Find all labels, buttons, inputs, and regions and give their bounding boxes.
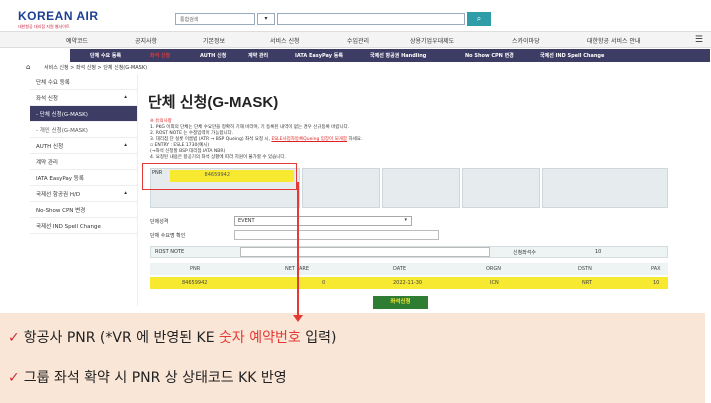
home-icon[interactable]: ⌂	[26, 63, 30, 71]
table-header: PNR NET FARE DATE ORGN DSTN PAX	[150, 263, 668, 275]
sidebar-item-auth[interactable]: AUTH 신청 ▴	[30, 138, 137, 154]
subnav-item[interactable]: 국제선 IND Spell Change	[540, 52, 604, 59]
nav-item[interactable]: 공지사항	[135, 36, 157, 45]
form-cell[interactable]	[302, 168, 380, 208]
subnav-item[interactable]: 단체 수요 등록	[90, 52, 121, 59]
callout-line-2: ✓ 그룹 좌석 확약 시 PNR 상 상태코드 KK 반영	[8, 370, 287, 386]
subnav-item[interactable]: IATA EasyPay 등록	[295, 52, 343, 59]
notice-block: ※ 유의사항 1. PKG 이외의 단체는 단체 수요만을 정확히 기재 바라며…	[150, 119, 362, 161]
form-cell[interactable]	[382, 168, 460, 208]
sub-nav: 단체 수요 등록 좌석 신청 AUTH 신청 계약 관리 IATA EasyPa…	[70, 49, 710, 62]
form-cell[interactable]	[462, 168, 540, 208]
sidebar-item-ticket-hd[interactable]: 국제선 항공권 H/D ▴	[30, 186, 137, 202]
sidebar-item-group-demand[interactable]: 단체 수요 등록	[30, 74, 137, 90]
nav-item[interactable]: 스카이마당	[512, 36, 540, 45]
table-cell: 2022-11-30	[393, 280, 423, 286]
check-icon: ✓	[8, 330, 20, 346]
table-cell: 10	[653, 280, 660, 286]
search-icon: ⌕	[476, 14, 482, 23]
subnav-item[interactable]: No Show CPN 변경	[465, 52, 514, 59]
notice-line: 4. 요청된 내용은 항공기의 좌석 상황에 따라 지원이 불가할 수 있습니다…	[150, 155, 286, 160]
sidebar-item-seat-request[interactable]: 좌석 신청 ▴	[30, 90, 137, 106]
logo-text: KOREAN AIR	[18, 9, 99, 23]
rost-note-label: ROST NOTE	[155, 249, 185, 255]
nav-item[interactable]: 기본정보	[203, 36, 225, 45]
group-type-select[interactable]: EVENT ▾	[234, 216, 412, 226]
sidebar-item-contract[interactable]: 계약 관리	[30, 154, 137, 170]
column-header: ORGN	[486, 266, 502, 272]
annotation-callout: ✓ 항공사 PNR (*VR 에 반영된 KE 숫자 예약번호 입력) ✓ 그룹 좌…	[0, 313, 705, 403]
sidebar: 단체 수요 등록 좌석 신청 ▴ - 단체 신청(G-MASK) - 개인 신청(…	[30, 74, 138, 306]
table-row[interactable]: 84659942 0 2022-11-30 ICN NRT 10	[150, 277, 668, 289]
subnav-item[interactable]: 계약 관리	[248, 52, 268, 59]
sidebar-item-group-gmask[interactable]: - 단체 신청(G-MASK)	[30, 106, 137, 122]
table-cell: NRT	[582, 280, 592, 286]
callout-line-1: ✓ 항공사 PNR (*VR 에 반영된 KE 숫자 예약번호 입력)	[8, 330, 337, 346]
subnav-item[interactable]: 국제선 항공권 Handling	[370, 52, 426, 59]
sidebar-item-spell-change[interactable]: 국제선 IND Spell Change	[30, 218, 137, 234]
top-bar: KOREAN AIR 대한항공 대리점 지원 웹사이트 통합검색 ▾ ⌕	[0, 0, 711, 30]
table-cell: 84659942	[182, 280, 208, 286]
nav-item[interactable]: 서비스 신청	[270, 36, 300, 45]
column-header: DSTN	[578, 266, 592, 272]
annotation-highlight-box	[142, 163, 297, 190]
menu-icon[interactable]: ☰	[695, 35, 703, 45]
table-cell: 0	[322, 280, 326, 286]
korean-air-logo[interactable]: KOREAN AIR 대한항공 대리점 지원 웹사이트	[18, 9, 99, 30]
demand-confirm-label: 단체 수요명 확인	[150, 233, 186, 239]
chevron-up-icon: ▴	[124, 94, 127, 100]
breadcrumb: 서비스 신청 > 좌석 신청 > 단체 신청(G-MASK)	[44, 65, 148, 71]
seat-count-label: 신청좌석수	[513, 250, 537, 256]
seat-apply-button[interactable]: 좌석신청	[373, 296, 428, 309]
chevron-down-icon: ▾	[404, 217, 407, 223]
chevron-up-icon: ▴	[124, 142, 127, 148]
sidebar-item-noshow[interactable]: No-Show CPN 변경	[30, 202, 137, 218]
column-header: DATE	[393, 266, 407, 272]
chevron-down-icon[interactable]: ▾	[257, 13, 275, 25]
subnav-item[interactable]: AUTH 신청	[200, 52, 226, 59]
arrow-down-icon	[293, 315, 303, 322]
annotation-arrow	[297, 182, 299, 317]
search-button[interactable]: ⌕	[467, 12, 491, 26]
demand-confirm-input[interactable]	[234, 230, 439, 240]
form-cell[interactable]	[542, 168, 668, 208]
search-scope-select[interactable]: 통합검색	[175, 13, 255, 25]
sidebar-item-individual-gmask[interactable]: - 개인 신청(G-MASK)	[30, 122, 137, 138]
group-type-label: 단체성격	[150, 219, 169, 225]
seat-count-value[interactable]: 10	[595, 249, 601, 255]
nav-item[interactable]: 상용기업우대제도	[410, 36, 454, 45]
table-cell: ICN	[490, 280, 499, 286]
search-input[interactable]	[277, 13, 465, 25]
main-nav: 예약코드 공지사항 기본정보 서비스 신청 수입관리 상용기업우대제도 스카이마…	[0, 31, 711, 48]
rost-note-input[interactable]	[240, 247, 490, 257]
chevron-up-icon: ▴	[124, 190, 127, 196]
subnav-item-active[interactable]: 좌석 신청	[150, 52, 170, 59]
check-icon: ✓	[8, 370, 20, 386]
nav-item[interactable]: 예약코드	[66, 36, 88, 45]
logo-tagline: 대한항공 대리점 지원 웹사이트	[18, 24, 70, 29]
nav-item[interactable]: 수입관리	[347, 36, 369, 45]
column-header: PAX	[651, 266, 661, 272]
nav-item[interactable]: 대한항공 서비스 안내	[587, 36, 641, 45]
pnr-table: PNR NET FARE DATE ORGN DSTN PAX 84659942…	[150, 263, 668, 289]
column-header: PNR	[190, 266, 201, 272]
sidebar-item-easypay[interactable]: IATA EasyPay 등록	[30, 170, 137, 186]
page-title: 단체 신청(G-MASK)	[148, 94, 279, 111]
